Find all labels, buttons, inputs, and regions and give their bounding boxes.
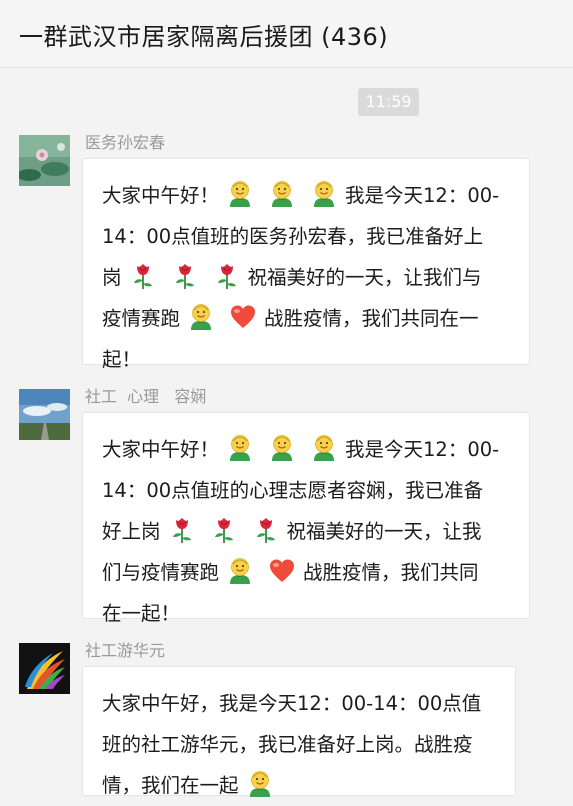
avatar-sky-road[interactable] (19, 389, 70, 440)
message-text: 我是今天12：00- (345, 184, 500, 207)
smiley-icon (246, 770, 274, 798)
message-text-line: 14：00点值班的心理志愿者容娴，我已准备 (102, 470, 510, 511)
heart-icon (268, 557, 296, 585)
heart-icon (229, 303, 257, 331)
chat-title: 一群武汉市居家隔离后援团 (436) (19, 23, 389, 51)
avatar-colorful-logo[interactable] (19, 643, 70, 694)
message-text: 们与疫情赛跑 (102, 561, 220, 584)
message-text: 大家中午好！ (102, 438, 220, 461)
smiley-icon (310, 180, 338, 208)
message-text-line: 起！ (102, 339, 510, 380)
sender-name: 社工 心理 容娴 (85, 387, 207, 406)
smiley-icon (310, 434, 338, 462)
message-text-line: 大家中午好，我是今天12：00-14：00点值 (102, 683, 496, 724)
rose-icon (168, 516, 196, 544)
message-text: 14：00点值班的心理志愿者容娴，我已准备 (102, 479, 484, 502)
message-text-line: 们与疫情赛跑 战胜疫情，我们共同 (102, 552, 510, 593)
message-text-line: 班的社工游华元，我已准备好上岗。战胜疫 (102, 724, 496, 765)
smiley-icon (226, 434, 254, 462)
message-text: 14：00点值班的医务孙宏春，我已准备好上 (102, 225, 484, 248)
message-text: 大家中午好！ (102, 184, 220, 207)
message-text: 好上岗 (102, 520, 161, 543)
message-text-line: 情，我们在一起 (102, 765, 496, 806)
message-text: 我是今天12：00- (345, 438, 500, 461)
message-bubble[interactable]: 大家中午好！ 我是今天12：00- 14：00点值班的医务孙宏春，我已准备好上岗 祝福… (82, 158, 530, 371)
rose-icon (171, 262, 199, 290)
message-text: 在一起！ (102, 602, 181, 625)
message-text-line: 岗 祝福美好的一天，让我们与 (102, 257, 510, 298)
message-text-line: 大家中午好！ 我是今天12：00- (102, 429, 510, 470)
message-text: 祝福美好的一天，让我 (286, 520, 482, 543)
smiley-icon (226, 180, 254, 208)
message-bubble[interactable]: 大家中午好，我是今天12：00-14：00点值 班的社工游华元，我已准备好上岗。战… (82, 666, 516, 797)
message-text-line: 在一起！ (102, 593, 510, 634)
sender-name: 社工游华元 (85, 641, 166, 660)
smiley-icon (226, 557, 254, 585)
message-text: 起！ (102, 348, 142, 371)
message-text: 祝福美好的一天，让我们与 (247, 266, 482, 289)
rose-icon (252, 516, 280, 544)
message-bubble[interactable]: 大家中午好！ 我是今天12：00- 14：00点值班的心理志愿者容娴，我已准备 好上岗… (82, 412, 530, 625)
message-text: 战胜疫情，我们共同在一 (264, 307, 479, 330)
message-text-line: 好上岗 祝福美好的一天，让我 (102, 511, 510, 552)
message-text-line: 14：00点值班的医务孙宏春，我已准备好上 (102, 216, 510, 257)
rose-icon (210, 516, 238, 544)
smiley-icon (187, 303, 215, 331)
sender-name: 医务孙宏春 (85, 133, 166, 152)
rose-icon (129, 262, 157, 290)
message-text: 岗 (102, 266, 122, 289)
rose-icon (213, 262, 241, 290)
chat-header: 一群武汉市居家隔离后援团 (436) (0, 0, 573, 68)
message-text-line: 大家中午好！ 我是今天12：00- (102, 175, 510, 216)
message-text-line: 疫情赛跑 战胜疫情，我们共同在一 (102, 298, 510, 339)
message-text: 战胜疫情，我们共同 (303, 561, 479, 584)
smiley-icon (268, 180, 296, 208)
timestamp-badge: 11:59 (358, 88, 419, 116)
message-text: 疫情赛跑 (102, 307, 181, 330)
message-text: 情，我们在一起 (102, 774, 239, 797)
avatar-lotus[interactable] (19, 135, 70, 186)
smiley-icon (268, 434, 296, 462)
message-text: 班的社工游华元，我已准备好上岗。战胜疫 (102, 733, 473, 756)
message-text: 大家中午好，我是今天12：00-14：00点值 (102, 692, 482, 715)
